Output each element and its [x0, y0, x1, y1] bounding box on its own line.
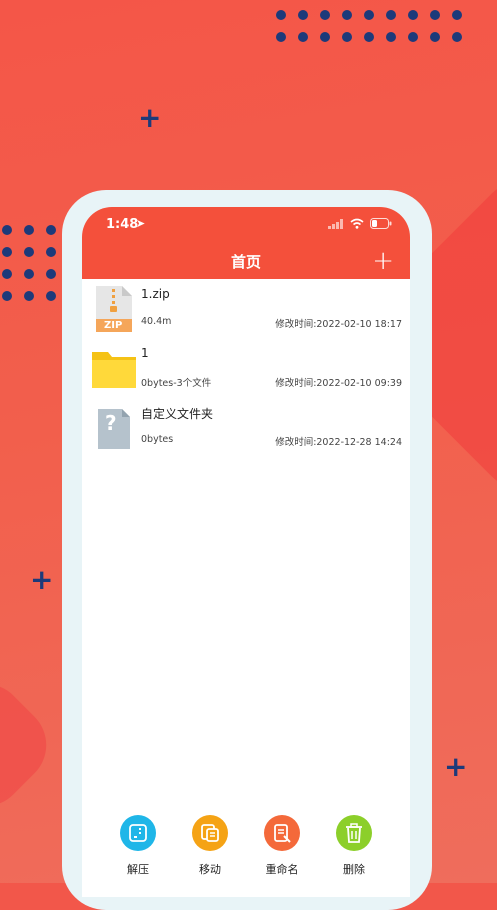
file-list: ZIP 1.zip 40.4m 修改时间:2022-02-10 18:17 1 … — [82, 279, 410, 456]
unzip-label: 解压 — [127, 863, 149, 876]
wifi-icon — [350, 218, 364, 229]
rename-button[interactable]: 重命名 — [252, 815, 312, 897]
location-arrow-icon: ➤ — [136, 217, 146, 230]
file-row[interactable]: 1 0bytes-3个文件 修改时间:2022-02-10 09:39 — [82, 338, 410, 397]
file-modified-time: 修改时间:2022-02-10 09:39 — [275, 378, 402, 389]
folder-icon — [92, 352, 136, 388]
rename-label: 重命名 — [265, 863, 299, 876]
page-title: 首页 — [230, 253, 261, 271]
add-button[interactable]: + — [372, 246, 394, 276]
move-icon — [192, 815, 228, 851]
file-size: 40.4m — [141, 316, 172, 327]
status-time: 1:48 — [106, 217, 139, 232]
file-name: 自定义文件夹 — [141, 407, 214, 421]
unknown-badge-label: ? — [105, 411, 117, 435]
move-label: 移动 — [199, 863, 221, 876]
move-button[interactable]: 移动 — [180, 815, 240, 897]
file-row[interactable]: ZIP 1.zip 40.4m 修改时间:2022-02-10 18:17 — [82, 279, 410, 338]
decorative-plus-icon: + — [444, 750, 468, 783]
delete-label: 删除 — [343, 863, 365, 876]
delete-icon — [336, 815, 372, 851]
zip-badge-label: ZIP — [104, 320, 123, 331]
decorative-dot-grid — [276, 10, 462, 42]
decorative-plus-icon: + — [138, 101, 162, 134]
file-row[interactable]: ? 自定义文件夹 0bytes 修改时间:2022-12-28 14:24 — [82, 397, 410, 456]
unzip-button[interactable]: 解压 — [108, 815, 168, 897]
navigation-bar: 首页 + — [82, 243, 410, 279]
bottom-toolbar: 解压 移动 重命名 删除 — [82, 815, 410, 897]
file-modified-time: 修改时间:2022-02-10 18:17 — [275, 319, 402, 330]
file-size: 0bytes — [141, 434, 174, 445]
cellular-signal-icon — [328, 218, 343, 229]
file-modified-time: 修改时间:2022-12-28 14:24 — [275, 437, 402, 448]
decorative-dot-grid — [2, 225, 56, 301]
file-name: 1 — [141, 346, 149, 360]
decorative-plus-icon: + — [30, 563, 54, 596]
file-name: 1.zip — [141, 287, 170, 301]
file-size: 0bytes-3个文件 — [141, 378, 212, 389]
battery-icon — [370, 218, 392, 229]
delete-button[interactable]: 删除 — [324, 815, 384, 897]
status-bar: 1:48 ➤ — [82, 207, 410, 243]
unzip-icon — [120, 815, 156, 851]
phone-screen: 1:48 ➤ 首页 + ZIP 1.zip 40.4m 修改时间:2022-02… — [82, 207, 410, 897]
rename-icon — [264, 815, 300, 851]
